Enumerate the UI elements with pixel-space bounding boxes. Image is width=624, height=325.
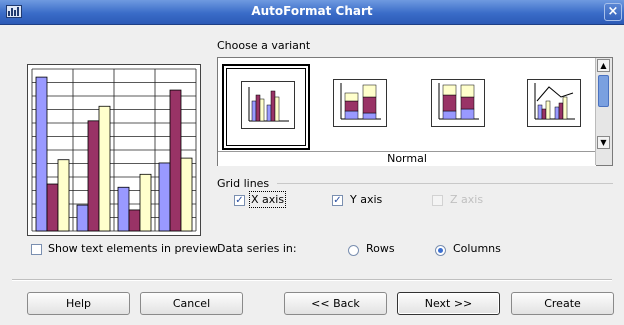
preview-bar (169, 89, 182, 232)
show-text-elements-label[interactable]: Show text elements in preview (48, 242, 218, 255)
create-button[interactable]: Create (511, 292, 614, 315)
window-title: AutoFormat Chart (251, 4, 373, 18)
preview-bar (57, 159, 70, 232)
data-series-label: Data series in: (217, 242, 297, 255)
preview-bar (98, 105, 111, 232)
preview-bar (128, 209, 141, 232)
variant-name: Normal (218, 151, 596, 166)
variant-percent-stacked[interactable] (414, 64, 502, 150)
variant-normal[interactable] (222, 64, 310, 150)
grid-lines-text: Grid lines (217, 177, 270, 190)
preview-bar (76, 204, 89, 232)
title-bar: AutoFormat Chart × (0, 0, 624, 25)
x-axis-label[interactable]: X axis (248, 191, 287, 208)
variant-list[interactable]: Normal ▲ ▼ (217, 57, 613, 166)
data-series-text: Data series in: (217, 242, 297, 255)
scroll-up-icon[interactable]: ▲ (597, 59, 610, 72)
preview-bar (35, 76, 48, 232)
choose-variant-label: Choose a variant (217, 39, 310, 52)
preview-bar (180, 157, 193, 232)
chart-preview (27, 64, 201, 236)
help-button[interactable]: Help (27, 292, 130, 315)
variant-scrollbar[interactable]: ▲ ▼ (595, 58, 612, 165)
y-axis-label[interactable]: Y axis (350, 193, 382, 206)
preview-bar (139, 173, 152, 232)
variant-columns-and-lines[interactable] (510, 64, 598, 150)
bar-chart-normal-icon (241, 81, 295, 129)
scroll-thumb[interactable] (598, 75, 609, 107)
cancel-button[interactable]: Cancel (140, 292, 243, 315)
z-axis-label: Z axis (450, 193, 483, 206)
x-axis-checkbox[interactable]: ✓ (234, 195, 245, 206)
rows-text: Rows (366, 242, 395, 255)
z-axis-text: Z axis (450, 193, 484, 206)
close-icon[interactable]: × (604, 3, 622, 21)
scroll-down-icon[interactable]: ▼ (597, 136, 610, 149)
preview-bar (158, 162, 171, 232)
z-axis-checkbox (432, 195, 443, 206)
variant-stacked[interactable] (316, 64, 404, 150)
preview-chart-svg (31, 68, 197, 232)
y-axis-checkbox[interactable]: ✓ (332, 195, 343, 206)
y-axis-text: Y axis (350, 193, 383, 206)
show-text-elements-text: Show text elements in preview (48, 242, 218, 255)
next-button[interactable]: Next >> (397, 292, 500, 315)
grid-lines-label: Grid lines (217, 177, 269, 190)
preview-bar (117, 186, 130, 232)
button-separator (12, 279, 612, 281)
columns-radio[interactable] (435, 245, 446, 256)
show-text-elements-checkbox[interactable] (31, 244, 42, 255)
x-axis-text: X axis (251, 193, 285, 206)
back-button[interactable]: << Back (284, 292, 387, 315)
bar-chart-percent-stacked-icon (431, 79, 485, 127)
preview-bar (87, 120, 100, 232)
rows-label[interactable]: Rows (366, 242, 395, 255)
bar-chart-stacked-icon (333, 79, 387, 127)
columns-text: Columns (453, 242, 501, 255)
columns-label[interactable]: Columns (453, 242, 501, 255)
rows-radio[interactable] (348, 245, 359, 256)
choose-variant-text: Choose a variant (217, 39, 311, 52)
bar-chart-with-lines-icon (527, 79, 581, 127)
grid-lines-divider (277, 183, 613, 184)
preview-bar (46, 183, 59, 232)
